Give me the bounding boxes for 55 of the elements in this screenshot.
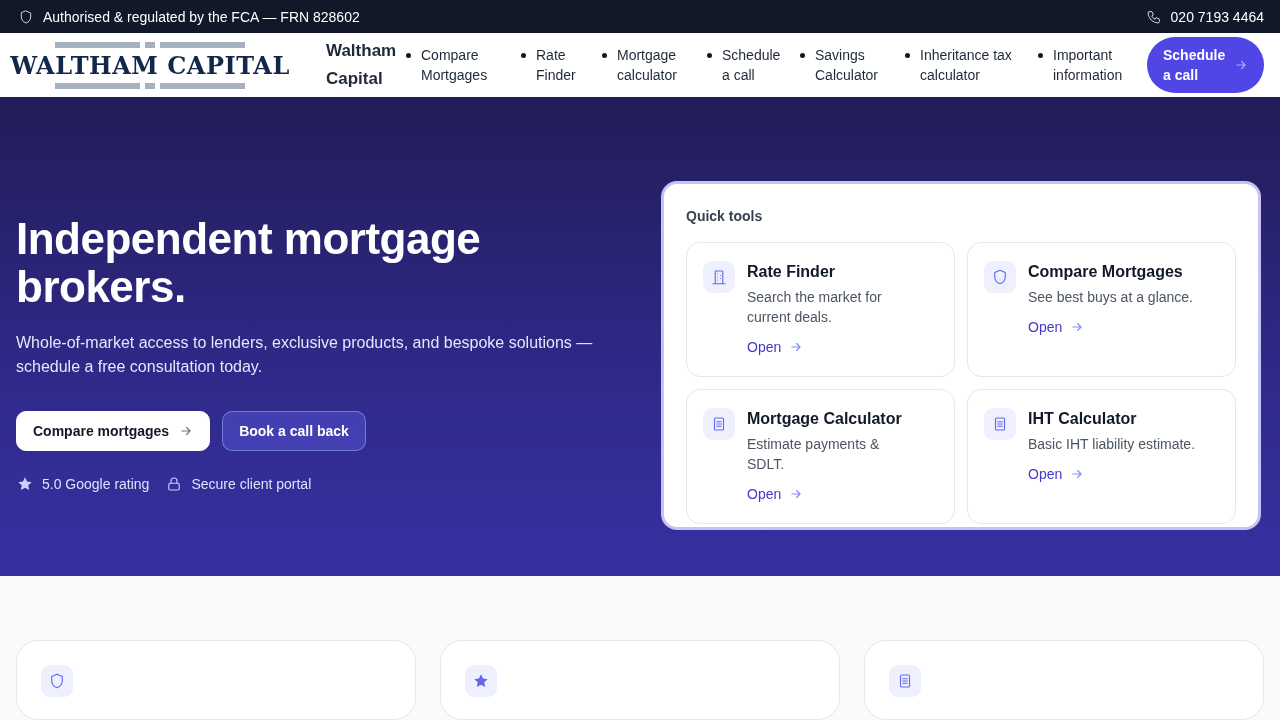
logo-wordmark[interactable]: WALTHAM CAPITAL xyxy=(10,50,290,80)
nav-link[interactable]: Inheritance tax calculator xyxy=(920,45,1024,85)
schedule-call-button[interactable]: Schedule a call xyxy=(1147,37,1264,93)
hero-subtitle: Whole-of-market access to lenders, exclusive products, and bespoke solutions — schedule a free consultation today. xyxy=(16,333,594,377)
tool-title: Mortgage Calculator xyxy=(747,409,903,429)
arrow-icon xyxy=(1070,467,1085,481)
hero-title: Independent mortgage brokers. xyxy=(16,215,482,311)
tool-card[interactable]: IHT Calculator Basic IHT liability estimate. Open xyxy=(967,389,1236,524)
open-link[interactable]: Open xyxy=(1028,466,1085,482)
bullet-dot xyxy=(406,53,411,58)
regulation-notice: Authorised & regulated by the FCA — FRN 828602 xyxy=(43,8,360,25)
phone-icon xyxy=(1145,8,1162,25)
nav-link[interactable]: Schedule a call xyxy=(722,45,786,85)
nav-link[interactable]: Savings Calculator xyxy=(815,45,891,85)
star-icon xyxy=(472,672,490,690)
open-link[interactable]: Open xyxy=(747,486,804,502)
bullet-dot xyxy=(1038,53,1043,58)
tool-description: Search the market for current deals. xyxy=(747,288,883,327)
callback-button[interactable]: Book a call back xyxy=(222,411,366,451)
arrow-icon xyxy=(789,340,804,354)
bullet-dot xyxy=(602,53,607,58)
tool-description: Basic IHT liability estimate. xyxy=(1028,435,1196,454)
trust-badge-label: 5.0 Google rating xyxy=(42,476,150,492)
card-title: Quick tools xyxy=(686,208,764,224)
tool-description: Estimate payments & SDLT. xyxy=(747,435,881,474)
shield-icon xyxy=(18,8,34,25)
tool-description: See best buys at a glance. xyxy=(1028,288,1194,307)
tool-card[interactable]: Mortgage Calculator Estimate payments & SDLT. Open xyxy=(686,389,955,524)
tool-title: IHT Calculator xyxy=(1028,409,1138,429)
compare-button[interactable]: Compare mortgages xyxy=(16,411,211,451)
arrow-icon xyxy=(1234,58,1248,72)
nav-link[interactable]: Mortgage calculator xyxy=(617,45,693,85)
shield-icon xyxy=(48,672,66,690)
nav-link[interactable]: Compare Mortgages xyxy=(421,45,507,85)
star-icon xyxy=(16,475,34,493)
trust-badge-label: Secure client portal xyxy=(191,476,312,492)
phone-number[interactable]: 020 7193 4464 xyxy=(1170,8,1264,25)
tool-card[interactable]: Compare Mortgages See best buys at a glance. Open xyxy=(967,242,1236,377)
open-link[interactable]: Open xyxy=(1028,319,1085,335)
tool-card[interactable]: Rate Finder Search the market for current deals. Open xyxy=(686,242,955,377)
building-icon xyxy=(710,268,728,286)
brand-name: Waltham Capital xyxy=(326,40,398,90)
nav-link[interactable]: Rate Finder xyxy=(536,45,588,85)
arrow-icon xyxy=(1070,320,1085,334)
nav-link[interactable]: Important information xyxy=(1053,45,1129,85)
bullet-dot xyxy=(800,53,805,58)
bullet-dot xyxy=(707,53,712,58)
bullet-dot xyxy=(905,53,910,58)
tool-title: Rate Finder xyxy=(747,262,836,282)
tool-title: Compare Mortgages xyxy=(1028,262,1184,282)
open-link[interactable]: Open xyxy=(747,339,804,355)
bullet-dot xyxy=(521,53,526,58)
arrow-icon xyxy=(179,424,194,438)
shield-icon xyxy=(991,268,1009,286)
arrow-icon xyxy=(789,487,804,501)
